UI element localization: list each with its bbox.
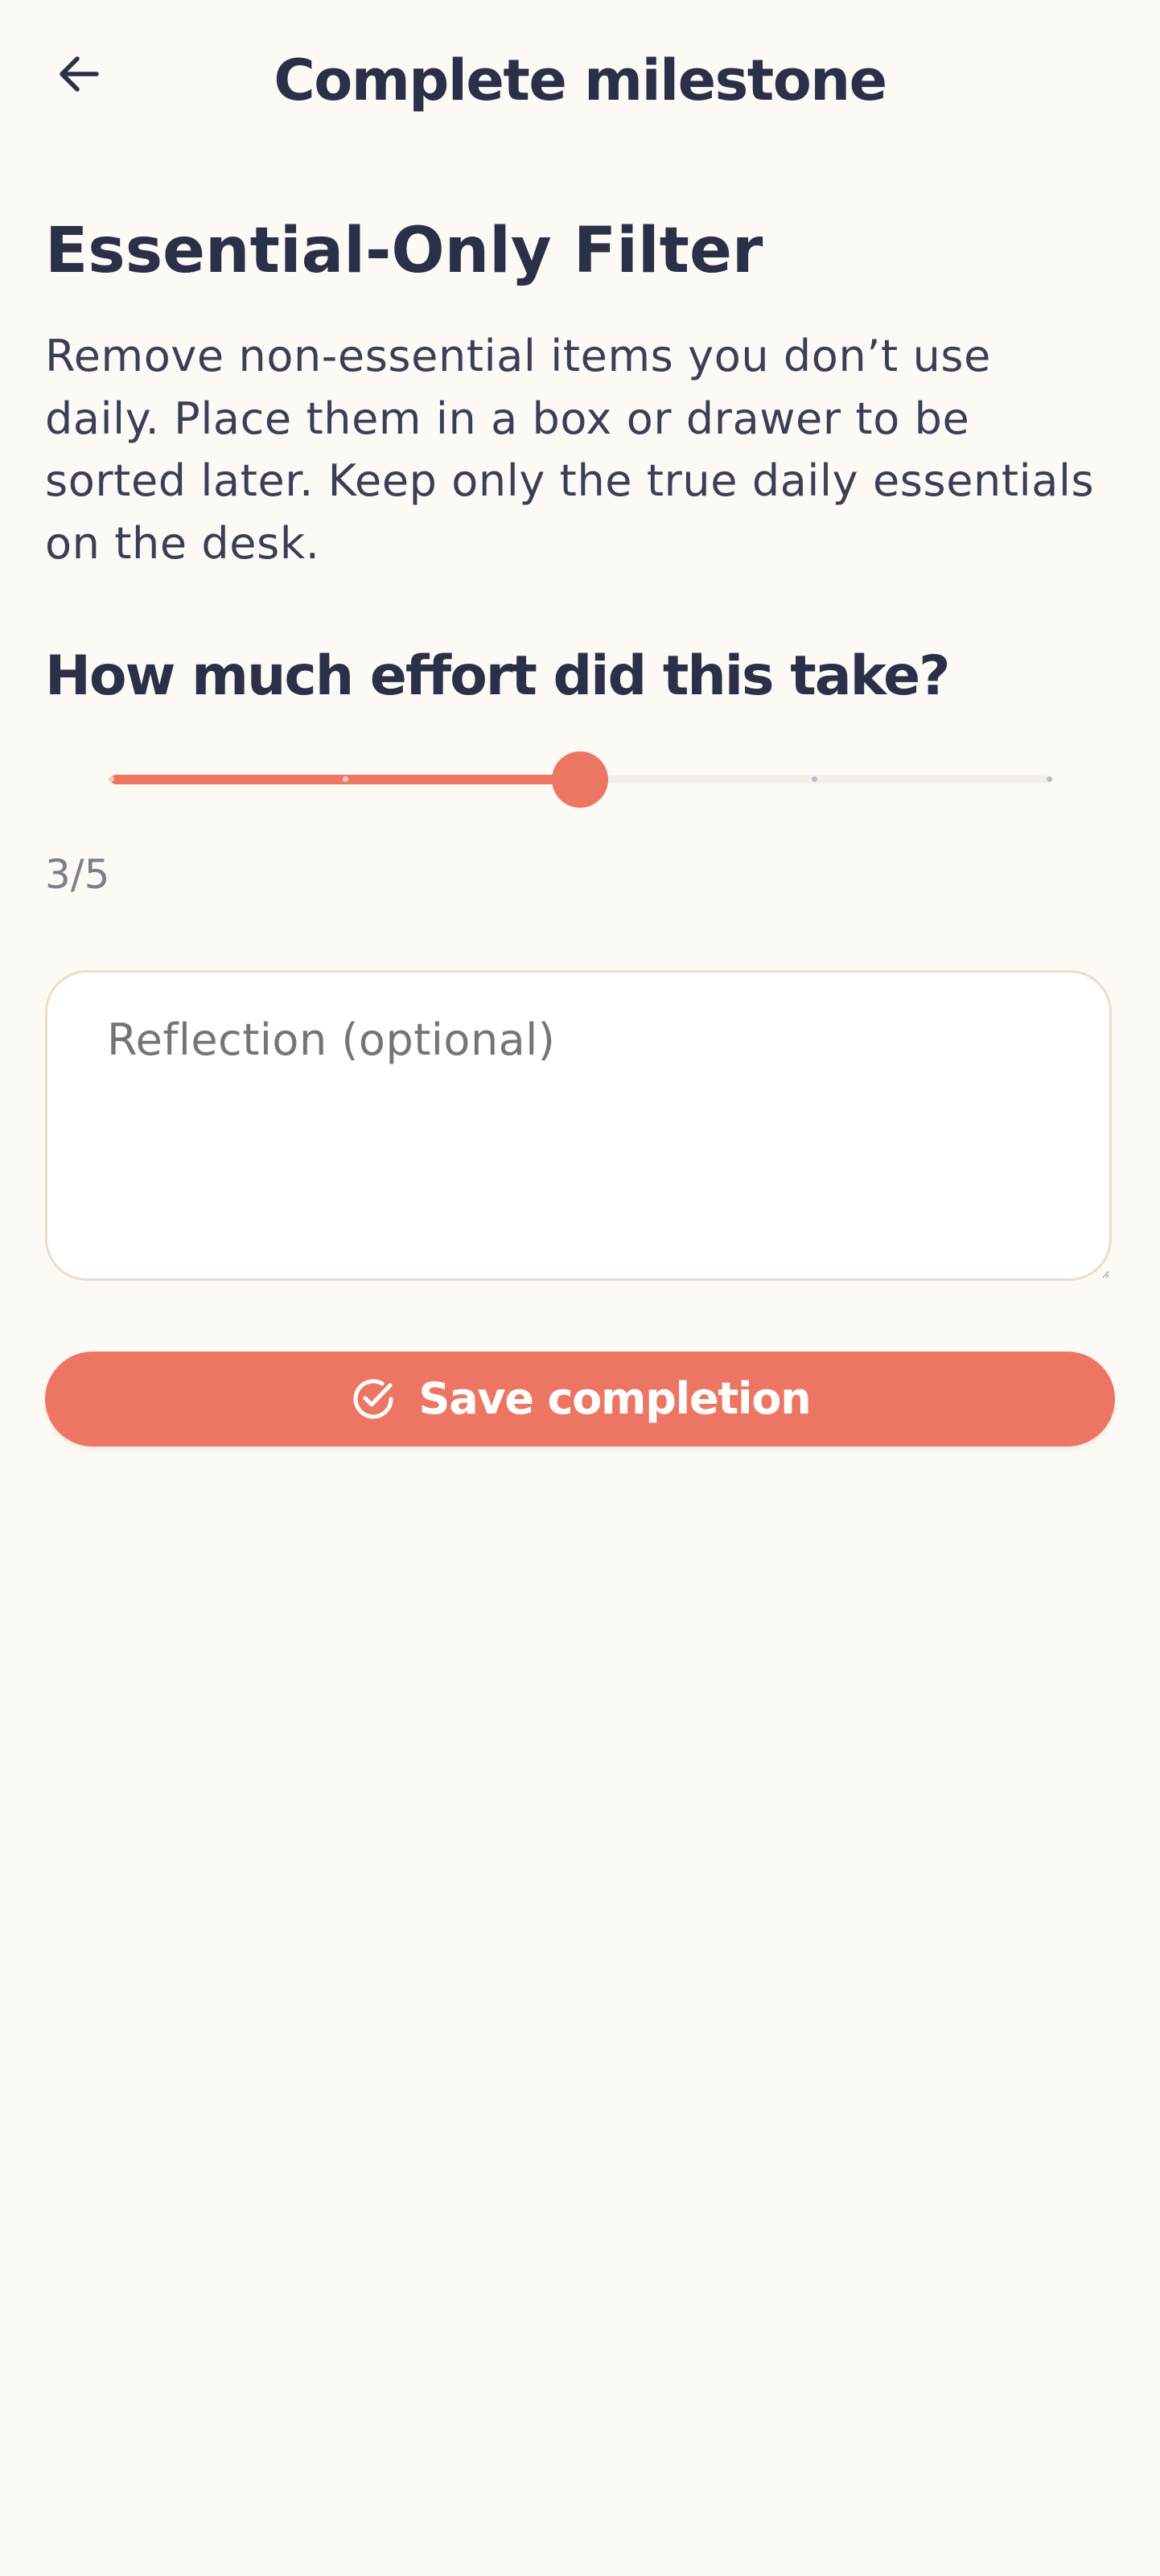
slider-tick-5 (1046, 776, 1052, 782)
slider-tick-1 (108, 776, 114, 782)
reflection-input[interactable] (45, 970, 1112, 1281)
screen-title: Complete milestone (274, 47, 887, 113)
check-circle-icon (350, 1376, 397, 1422)
save-completion-label: Save completion (418, 1373, 812, 1424)
save-completion-button[interactable]: Save completion (45, 1352, 1115, 1446)
milestone-description: Remove non-essential items you don’t use… (45, 331, 1095, 569)
effort-value-label: 3/5 (45, 851, 110, 898)
slider-thumb[interactable] (552, 751, 608, 808)
milestone-title: Essential-Only Filter (45, 215, 763, 287)
slider-tick-2 (343, 776, 348, 782)
slider-tick-4 (812, 776, 817, 782)
effort-question: How much effort did this take? (45, 644, 951, 708)
effort-slider[interactable] (88, 740, 1072, 817)
app-bar: Complete milestone (0, 0, 1160, 161)
